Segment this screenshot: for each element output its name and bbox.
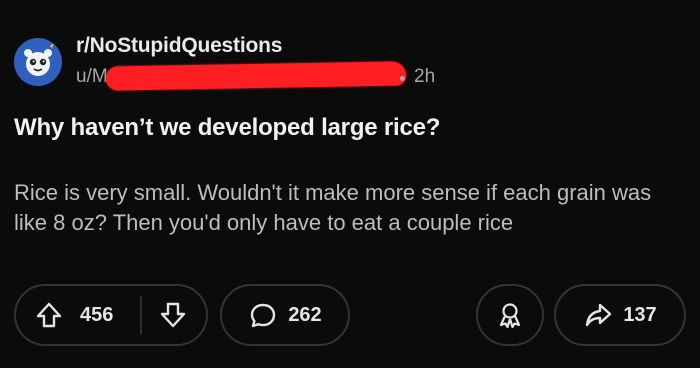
redaction-mark (105, 61, 407, 91)
award-icon (495, 300, 525, 330)
vote-bar: 456 (14, 284, 208, 346)
avatar-icon (14, 38, 62, 86)
downvote-icon[interactable] (158, 300, 188, 330)
vote-score: 456 (80, 304, 114, 326)
share-button[interactable]: 137 (554, 284, 686, 346)
post-time: 2h (414, 66, 436, 87)
subreddit-avatar[interactable] (14, 38, 62, 86)
post-body: Rice is very small. Wouldn't it make mor… (14, 180, 652, 235)
subreddit-name[interactable]: r/NoStupidQuestions (76, 34, 282, 58)
reddit-post: r/NoStupidQuestions u/Mysteric 2h Why ha… (0, 0, 700, 368)
comments-button[interactable]: 262 (220, 284, 350, 346)
award-button[interactable] (476, 284, 544, 346)
comment-icon (248, 300, 278, 330)
share-count: 137 (623, 303, 657, 326)
comment-count: 262 (288, 303, 322, 326)
separator-dot (400, 76, 405, 81)
share-icon (583, 300, 613, 330)
upvote-icon[interactable] (34, 300, 64, 330)
vote-divider (140, 296, 142, 334)
author-row: u/Mysteric 2h (76, 61, 476, 91)
post-title[interactable]: Why haven’t we developed large rice? (14, 114, 440, 142)
